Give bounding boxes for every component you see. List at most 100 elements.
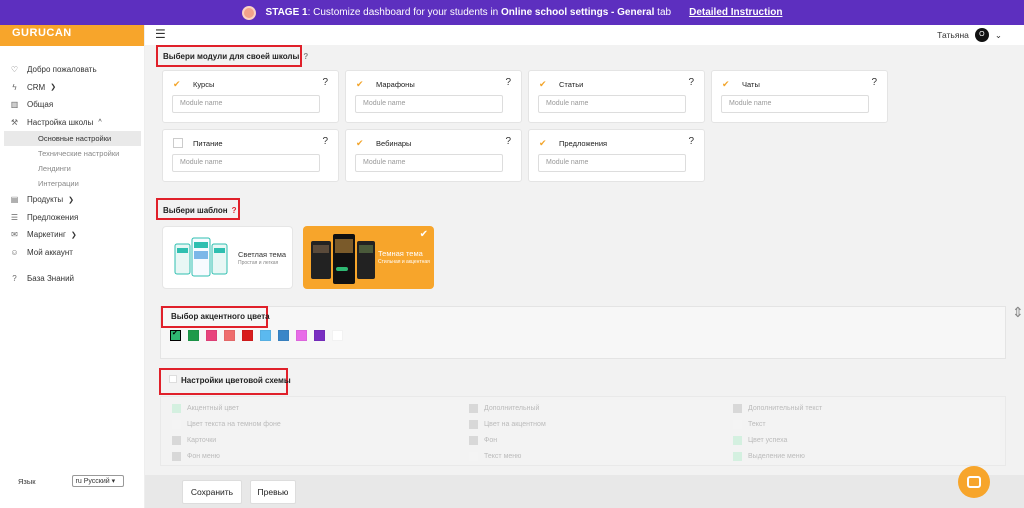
- modules-title-text: Выбери модули для своей школы: [163, 52, 300, 61]
- module-name-input[interactable]: Module name: [538, 95, 686, 113]
- color-swatch: [469, 404, 478, 413]
- color-swatch: [733, 404, 742, 413]
- drag-handle-icon[interactable]: ⇕: [1012, 304, 1024, 321]
- user-menu[interactable]: Татьяна О ⌄: [937, 28, 1002, 42]
- help-icon[interactable]: ?: [232, 206, 237, 215]
- checkbox-checked[interactable]: ✔: [356, 79, 366, 89]
- scheme-item[interactable]: Цвет текста на темном фоне: [172, 420, 281, 429]
- scheme-item[interactable]: Акцентный цвет: [172, 404, 239, 413]
- chevron-down-icon: ⌄: [994, 29, 1002, 40]
- scheme-item[interactable]: Текст меню: [469, 452, 521, 461]
- sidebar-item-school-settings[interactable]: ⚒ Настройка школы ^: [0, 114, 145, 132]
- checkbox-checked[interactable]: ✔: [722, 79, 732, 89]
- sidebar-subitem-tech-settings[interactable]: Технические настройки: [0, 146, 145, 161]
- chat-button[interactable]: [958, 466, 990, 498]
- template-title: Светлая тема: [238, 250, 287, 259]
- checkbox-unchecked[interactable]: [173, 138, 183, 148]
- module-name-input[interactable]: Module name: [721, 95, 869, 113]
- template-card-light[interactable]: Светлая тема Простая и легкая: [162, 226, 293, 289]
- template-card-dark[interactable]: ✔ Темная тема Стильная и акцентная: [303, 226, 434, 289]
- module-name-input[interactable]: Module name: [172, 154, 320, 172]
- help-icon[interactable]: ?: [871, 77, 877, 88]
- scheme-item[interactable]: Цвет успеха: [733, 436, 787, 445]
- color-scheme-panel: Акцентный цвет Цвет текста на темном фон…: [160, 396, 1006, 466]
- accent-color-swatch[interactable]: [206, 330, 217, 341]
- sidebar-item-knowledge-base[interactable]: ? База Знаний: [0, 270, 145, 288]
- scheme-item[interactable]: Карточки: [172, 436, 216, 445]
- color-swatch: [733, 452, 742, 461]
- accent-color-swatch[interactable]: [242, 330, 253, 341]
- module-card-marathons: ✔ Марафоны ? Module name: [345, 70, 522, 123]
- help-icon[interactable]: ?: [688, 77, 694, 88]
- module-name-input[interactable]: Module name: [172, 95, 320, 113]
- module-card-nutrition: Питание ? Module name: [162, 129, 339, 182]
- topbar: ☰ Татьяна О ⌄: [145, 25, 1024, 45]
- sidebar-item-my-account[interactable]: ☺ Мой аккаунт: [0, 244, 145, 262]
- sidebar-subitem-main-settings[interactable]: Основные настройки: [4, 131, 141, 146]
- chevron-down-icon: ▾: [111, 478, 116, 485]
- save-button[interactable]: Сохранить: [182, 480, 242, 504]
- dark-theme-preview-image: [311, 234, 375, 284]
- module-card-articles: ✔ Статьи ? Module name: [528, 70, 705, 123]
- sidebar-item-label: Добро пожаловать: [27, 65, 97, 75]
- banner-text-pre: : Customize dashboard for your students …: [307, 7, 502, 18]
- sidebar-item-label: Продукты: [27, 195, 64, 205]
- sidebar-item-marketing[interactable]: ✉ Маркетинг ❯: [0, 226, 145, 244]
- help-icon[interactable]: ?: [322, 136, 328, 147]
- accent-color-swatch[interactable]: [278, 330, 289, 341]
- stage-label: STAGE 1: [265, 7, 308, 18]
- scheme-item-label: Фон меню: [187, 453, 220, 460]
- sidebar-item-label: Общая: [27, 100, 54, 110]
- preview-button[interactable]: Превью: [250, 480, 296, 504]
- checkbox-checked[interactable]: ✔: [539, 79, 549, 89]
- accent-color-swatch[interactable]: [260, 330, 271, 341]
- scheme-item[interactable]: Выделение меню: [733, 452, 805, 461]
- checkbox-checked[interactable]: ✔: [173, 79, 183, 89]
- help-icon[interactable]: ?: [505, 136, 511, 147]
- sidebar-item-offers[interactable]: ☰ Предложения: [0, 209, 145, 227]
- scheme-item[interactable]: Дополнительный: [469, 404, 539, 413]
- chat-icon: [967, 476, 981, 488]
- sidebar-nav: ♡ Добро пожаловать ϟ CRM ❯ ▥ Общая ⚒ Нас…: [0, 61, 145, 288]
- accent-color-swatch[interactable]: [224, 330, 235, 341]
- color-scheme-checkbox[interactable]: [169, 375, 177, 383]
- accent-color-swatch[interactable]: [332, 330, 343, 341]
- mail-icon: ✉: [11, 230, 18, 240]
- sidebar-item-crm[interactable]: ϟ CRM ❯: [0, 79, 145, 97]
- checkbox-checked[interactable]: ✔: [539, 138, 549, 148]
- module-name-input[interactable]: Module name: [355, 154, 503, 172]
- scheme-item[interactable]: Фон меню: [172, 452, 220, 461]
- sidebar-item-general[interactable]: ▥ Общая: [0, 96, 145, 114]
- accent-color-swatch[interactable]: [296, 330, 307, 341]
- scheme-item[interactable]: Фон: [469, 436, 497, 445]
- help-icon[interactable]: ?: [303, 52, 308, 61]
- module-name-input[interactable]: Module name: [355, 95, 503, 113]
- hamburger-menu-icon[interactable]: ☰: [155, 27, 166, 41]
- accent-color-swatch[interactable]: [170, 329, 181, 341]
- color-swatch: [172, 436, 181, 445]
- scheme-item[interactable]: Цвет на акцентном: [469, 420, 546, 429]
- sidebar-subitem-integrations[interactable]: Интеграции: [0, 176, 145, 191]
- chevron-down-icon: ❯: [70, 231, 77, 239]
- detailed-instruction-link[interactable]: Detailed Instruction: [689, 7, 782, 18]
- accent-color-swatch[interactable]: [314, 330, 325, 341]
- module-name-input[interactable]: Module name: [538, 154, 686, 172]
- sidebar-item-products[interactable]: ▤ Продукты ❯: [0, 191, 145, 209]
- checkbox-checked[interactable]: ✔: [356, 138, 366, 148]
- language-select[interactable]: ru Русский ▾: [71, 475, 124, 487]
- logo[interactable]: GURUCAN: [0, 25, 144, 46]
- modules-section-title: Выбери модули для своей школы?: [163, 52, 308, 61]
- language-value: ru Русский: [75, 478, 110, 485]
- selected-check-icon: ✔: [419, 229, 428, 240]
- help-icon[interactable]: ?: [688, 136, 694, 147]
- color-swatch: [733, 420, 742, 429]
- sidebar-subitem-landings[interactable]: Лендинги: [0, 161, 145, 176]
- light-theme-preview-image: [174, 237, 228, 277]
- scheme-item[interactable]: Дополнительный текст: [733, 404, 822, 413]
- sidebar-item-welcome[interactable]: ♡ Добро пожаловать: [0, 61, 145, 79]
- onboarding-banner: STAGE 1: Customize dashboard for your st…: [0, 0, 1024, 25]
- scheme-item[interactable]: Текст: [733, 420, 766, 429]
- accent-color-swatch[interactable]: [188, 330, 199, 341]
- help-icon[interactable]: ?: [322, 77, 328, 88]
- help-icon[interactable]: ?: [505, 77, 511, 88]
